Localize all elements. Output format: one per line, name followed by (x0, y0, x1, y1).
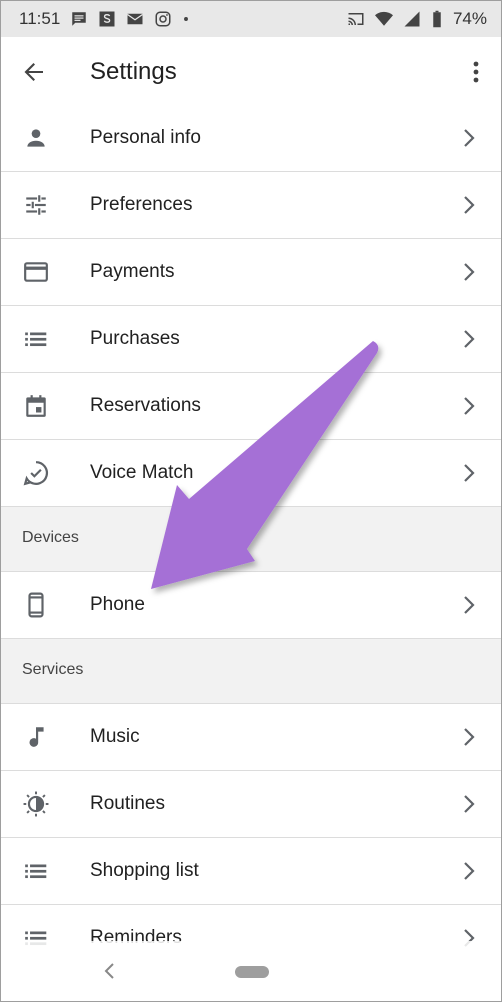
settings-item-routines[interactable]: Routines (1, 771, 501, 838)
more-vert-icon (473, 61, 479, 83)
settings-item-phone[interactable]: Phone (1, 572, 501, 639)
system-nav-bar (1, 941, 501, 1001)
nav-back-chevron-icon (104, 963, 114, 979)
person-icon (23, 125, 49, 151)
chevron-right-icon (463, 727, 475, 747)
wifi-icon (374, 10, 393, 28)
instagram-icon (154, 10, 172, 28)
phone-icon (23, 592, 49, 618)
settings-item-voice-match[interactable]: Voice Match (1, 440, 501, 507)
settings-item-personal-info[interactable]: Personal info (1, 105, 501, 172)
music-note-icon (23, 724, 49, 750)
back-button[interactable] (19, 57, 49, 87)
settings-item-preferences[interactable]: Preferences (1, 172, 501, 239)
status-time: 11:51 (19, 9, 61, 28)
settings-item-label: Music (90, 726, 140, 747)
settings-item-reservations[interactable]: Reservations (1, 373, 501, 440)
signal-icon (403, 10, 421, 28)
settings-list: Personal info Preferences Payments Purch… (1, 105, 501, 971)
section-header-services: Services (1, 639, 501, 704)
settings-item-purchases[interactable]: Purchases (1, 306, 501, 373)
settings-item-shopping-list[interactable]: Shopping list (1, 838, 501, 905)
settings-item-music[interactable]: Music (1, 704, 501, 771)
list-icon (23, 326, 49, 352)
settings-item-payments[interactable]: Payments (1, 239, 501, 306)
list-icon (23, 858, 49, 884)
battery-percent: 74% (452, 9, 487, 28)
routines-icon (23, 791, 49, 817)
overflow-menu-button[interactable] (465, 57, 487, 87)
chevron-right-icon (463, 861, 475, 881)
section-header-label: Devices (22, 529, 79, 546)
chevron-right-icon (463, 595, 475, 615)
settings-item-label: Reservations (90, 395, 201, 416)
settings-item-label: Purchases (90, 328, 180, 349)
settings-item-label: Routines (90, 793, 165, 814)
status-right: 74% (347, 1, 487, 37)
settings-item-label: Payments (90, 261, 175, 282)
chevron-right-icon (463, 329, 475, 349)
section-header-label: Services (22, 661, 84, 678)
status-bar: 11:51 74% (1, 1, 501, 37)
cast-icon (347, 10, 365, 28)
more-notifications-dot-icon (182, 10, 190, 28)
message-icon (70, 10, 88, 28)
chevron-right-icon (463, 262, 475, 282)
section-header-devices: Devices (1, 507, 501, 572)
tune-icon (23, 192, 49, 218)
chevron-right-icon (463, 396, 475, 416)
status-left: 11:51 (19, 1, 190, 37)
arrow-back-icon (24, 63, 43, 81)
page-title: Settings (90, 58, 177, 85)
app-bar: Settings (1, 37, 501, 106)
mail-icon (126, 10, 144, 28)
chevron-right-icon (463, 794, 475, 814)
settings-item-label: Personal info (90, 127, 201, 148)
s-app-icon (98, 10, 116, 28)
nav-back-button[interactable] (101, 961, 119, 981)
settings-item-label: Phone (90, 594, 145, 615)
battery-icon (431, 10, 443, 28)
chevron-right-icon (463, 195, 475, 215)
nav-home-pill[interactable] (235, 966, 269, 978)
chevron-right-icon (463, 128, 475, 148)
voice-match-icon (23, 460, 49, 486)
settings-item-label: Shopping list (90, 860, 199, 881)
chevron-right-icon (463, 463, 475, 483)
calendar-icon (23, 393, 49, 419)
settings-item-label: Preferences (90, 194, 193, 215)
screen: 11:51 74% Settings Personal info Prefere… (0, 0, 502, 1002)
settings-item-label: Voice Match (90, 462, 194, 483)
credit-card-icon (23, 259, 49, 285)
